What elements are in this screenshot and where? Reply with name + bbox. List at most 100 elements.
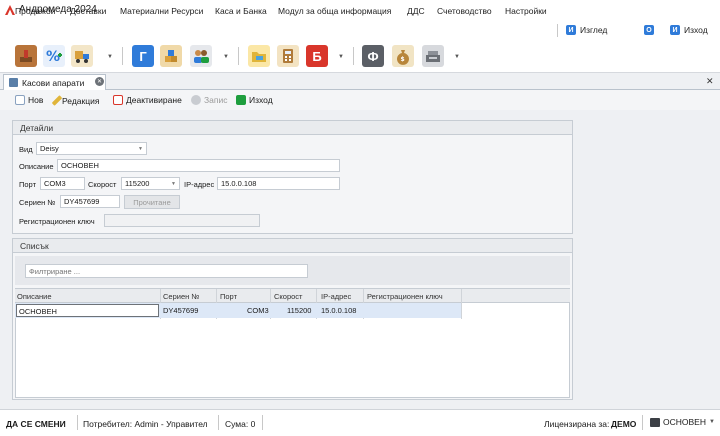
new-document-icon (15, 95, 25, 105)
column-header-description[interactable]: Описание (17, 292, 52, 301)
row-ip-cell: 15.0.0.108 (321, 306, 357, 315)
kind-dropdown-icon[interactable]: ▼ (138, 146, 143, 152)
deactivate-label: Деактивиране (126, 95, 182, 105)
row-serial-cell: DY457699 (163, 306, 199, 315)
column-header-port[interactable]: Порт (220, 292, 237, 301)
serial-value: DY457699 (64, 197, 100, 206)
filter-input[interactable] (25, 264, 308, 278)
speed-combo[interactable]: 115200 ▼ (121, 177, 180, 190)
ip-field[interactable]: 15.0.0.108 (217, 177, 340, 190)
reg-key-label: Регистрационен ключ (19, 217, 95, 226)
details-title: Детайли (20, 123, 54, 133)
close-all-tabs-icon[interactable]: ✕ (706, 76, 714, 87)
status-user: Потребител: Admin - Управител (83, 419, 208, 429)
cash-register-icon[interactable] (422, 45, 444, 67)
kind-combo[interactable]: Deisy ▼ (36, 142, 147, 155)
svg-text:%: % (46, 49, 60, 65)
description-field[interactable]: ОСНОВЕН (57, 159, 340, 172)
toolbar-separator (122, 47, 123, 65)
new-button[interactable]: Нов (15, 95, 43, 105)
bank-icon[interactable]: Б (306, 45, 328, 67)
status-sum: Сума: 0 (225, 419, 256, 429)
cash-register-status-icon (650, 417, 660, 427)
menu-bar (0, 20, 720, 41)
toolbar-dropdown-caret[interactable]: ▼ (338, 54, 344, 60)
column-header-speed[interactable]: Скорост (274, 292, 302, 301)
list-title: Списък (20, 241, 49, 251)
status-separator (77, 415, 78, 430)
kind-label: Вид (19, 145, 33, 154)
view-icon: И (566, 25, 576, 35)
register-dropdown-icon: ▼ (708, 419, 715, 425)
save-check-icon (191, 95, 201, 105)
menu-sales[interactable]: Продажби (15, 6, 55, 16)
row-speed-cell: 115200 (287, 306, 312, 315)
calculator-icon[interactable] (277, 45, 299, 67)
ip-label: IP-адрес (184, 180, 215, 189)
exit-action-label: Изход (249, 95, 273, 105)
deactivate-button[interactable]: Деактивиране (113, 95, 182, 105)
warehouse-icon[interactable] (160, 45, 182, 67)
port-value: COM3 (44, 179, 66, 188)
status-separator (642, 415, 643, 430)
menu-cash-bank[interactable]: Каса и Банка (215, 6, 267, 16)
register-value: ОСНОВЕН (663, 417, 706, 427)
serial-field[interactable]: DY457699 (60, 195, 120, 208)
read-button[interactable]: Прочитане (124, 195, 180, 209)
speed-dropdown-icon[interactable]: ▼ (171, 181, 176, 187)
speed-label: Скорост (88, 180, 117, 189)
exit-menu[interactable]: И Изход (670, 25, 708, 35)
money-bag-icon[interactable]: $ (392, 45, 414, 67)
exit-icon: И (670, 25, 680, 35)
register-selector[interactable]: ОСНОВЕН ▼ (650, 417, 715, 427)
table-row[interactable]: ОСНОВЕН DY457699 COM3 115200 15.0.0.108 (15, 303, 461, 318)
document-tab-strip (0, 73, 720, 90)
port-label: Порт (19, 180, 37, 189)
save-label: Запис (204, 95, 228, 105)
column-header-serial[interactable]: Сериен № (163, 292, 199, 301)
column-header-ip[interactable]: IP-адрес (321, 292, 351, 301)
menu-deliveries[interactable]: Доставки (70, 6, 106, 16)
info-icon[interactable]: О (644, 25, 654, 35)
menu-accounting[interactable]: Счетоводство (437, 6, 492, 16)
menu-separator (557, 24, 558, 37)
delivery-icon[interactable] (71, 45, 93, 67)
license-value: ДЕМО (611, 419, 637, 429)
exit-label: Изход (684, 25, 708, 35)
column-divider (461, 289, 462, 319)
ip-value: 15.0.0.108 (221, 179, 257, 188)
column-header-reg-key[interactable]: Регистрационен ключ (367, 292, 443, 301)
status-brand: ДА СЕ СМЕНИ (6, 419, 66, 429)
menu-material-resources[interactable]: Материални Ресурси (120, 6, 203, 16)
deactivate-icon (113, 95, 123, 105)
details-header (13, 121, 572, 135)
exit-button[interactable]: Изход (236, 95, 273, 105)
menu-general-info[interactable]: Модул за обща информация (278, 6, 391, 16)
action-bar (0, 90, 720, 110)
general-ledger-icon[interactable]: Г (132, 45, 154, 67)
percent-tag-icon[interactable]: % (43, 45, 65, 67)
stamp-icon[interactable] (15, 45, 37, 67)
toolbar-dropdown-caret[interactable]: ▼ (223, 54, 229, 60)
list-header (13, 239, 572, 253)
row-port-cell: COM3 (247, 306, 269, 315)
edit-button[interactable]: Редакция (51, 95, 99, 106)
tab-cash-registers[interactable]: Касови апарати ✕ (3, 74, 106, 90)
description-value: ОСНОВЕН (61, 161, 99, 170)
speed-value: 115200 (125, 179, 150, 188)
port-field[interactable]: COM3 (40, 177, 85, 190)
folder-icon[interactable] (248, 45, 270, 67)
tab-close-icon[interactable]: ✕ (95, 77, 104, 86)
view-menu[interactable]: И Изглед (566, 25, 607, 35)
tab-label: Касови апарати (22, 78, 85, 88)
toolbar-dropdown-caret[interactable]: ▼ (454, 54, 460, 60)
save-button[interactable]: Запис (191, 95, 227, 105)
menu-settings[interactable]: Настройки (505, 6, 547, 16)
menu-vat[interactable]: ДДС (407, 6, 425, 16)
reg-key-field[interactable] (104, 214, 260, 227)
row-description-cell[interactable]: ОСНОВЕН (16, 304, 159, 317)
toolbar-dropdown-caret[interactable]: ▼ (107, 54, 113, 60)
fixed-assets-icon[interactable]: Ф (362, 45, 384, 67)
serial-label: Сериен № (19, 198, 56, 207)
people-icon[interactable] (190, 45, 212, 67)
